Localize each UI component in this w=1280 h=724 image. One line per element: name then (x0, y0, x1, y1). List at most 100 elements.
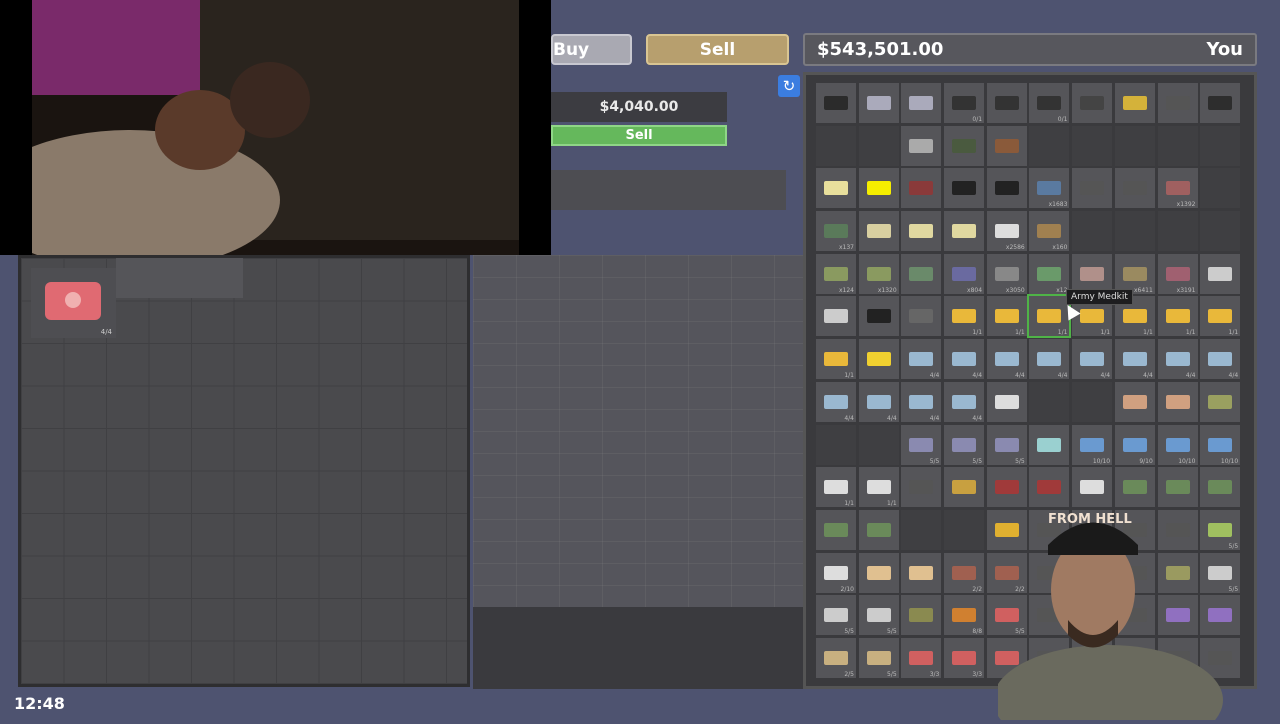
inventory-slot[interactable] (901, 296, 942, 337)
inventory-slot[interactable]: 5/5 (816, 595, 856, 636)
inventory-slot[interactable] (816, 125, 856, 166)
inventory-slot[interactable]: 1/1 (1157, 296, 1198, 337)
inventory-slot[interactable] (901, 83, 942, 123)
inventory-slot[interactable] (1157, 211, 1198, 252)
inventory-slot[interactable] (816, 83, 856, 123)
inventory-slot[interactable] (986, 125, 1027, 166)
inventory-slot[interactable]: 9/10 (1114, 424, 1155, 465)
inventory-slot[interactable]: 5/5 (944, 424, 985, 465)
inventory-slot[interactable] (901, 125, 942, 166)
inventory-slot[interactable] (944, 168, 985, 209)
inventory-slot[interactable] (1200, 83, 1241, 123)
inventory-slot[interactable]: x3191 (1157, 253, 1198, 294)
inventory-slot[interactable]: 4/4 (858, 381, 899, 422)
inventory-slot[interactable]: 4/4 (901, 381, 942, 422)
inventory-slot[interactable] (1114, 211, 1155, 252)
inventory-slot[interactable]: x3050 (986, 253, 1027, 294)
inventory-slot[interactable] (901, 168, 942, 209)
inventory-slot[interactable] (816, 424, 856, 465)
inventory-slot[interactable]: 4/4 (1114, 339, 1155, 380)
inventory-slot[interactable] (944, 509, 985, 550)
inventory-slot[interactable] (901, 552, 942, 593)
inventory-slot[interactable] (986, 168, 1027, 209)
inventory-slot[interactable] (901, 509, 942, 550)
inventory-slot[interactable] (1200, 253, 1241, 294)
inventory-slot[interactable] (1157, 381, 1198, 422)
inventory-slot[interactable] (986, 381, 1027, 422)
inventory-slot[interactable] (1029, 125, 1070, 166)
inventory-slot[interactable] (858, 424, 899, 465)
inventory-slot[interactable]: 5/5 (858, 595, 899, 636)
inventory-slot[interactable] (1072, 125, 1113, 166)
inventory-slot[interactable] (1072, 253, 1113, 294)
inventory-slot[interactable] (1072, 211, 1113, 252)
inventory-slot[interactable] (1072, 381, 1113, 422)
inventory-slot[interactable] (1029, 381, 1070, 422)
inventory-slot[interactable]: x1320 (858, 253, 899, 294)
inventory-slot[interactable]: 2/2 (944, 552, 985, 593)
inventory-slot[interactable]: 8/8 (944, 595, 985, 636)
inventory-slot[interactable]: x6411 (1114, 253, 1155, 294)
inventory-slot[interactable] (944, 125, 985, 166)
inventory-slot[interactable]: x1392 (1157, 168, 1198, 209)
inventory-slot[interactable]: 0/1 (944, 83, 985, 123)
inventory-slot[interactable] (1200, 381, 1241, 422)
inventory-slot[interactable] (1029, 424, 1070, 465)
inventory-slot[interactable]: 4/4 (944, 339, 985, 380)
inventory-slot[interactable]: x12 (1029, 253, 1070, 294)
inventory-slot[interactable] (1200, 168, 1241, 209)
inventory-slot[interactable]: 3/3 (944, 637, 985, 678)
inventory-slot[interactable] (1114, 83, 1155, 123)
inventory-slot[interactable]: 4/4 (816, 381, 856, 422)
inventory-slot[interactable]: 5/5 (986, 424, 1027, 465)
inventory-slot[interactable]: x124 (816, 253, 856, 294)
inventory-slot[interactable] (816, 168, 856, 209)
inventory-slot[interactable] (858, 296, 899, 337)
inventory-slot[interactable]: x1683 (1029, 168, 1070, 209)
inventory-slot[interactable]: 1/1 (944, 296, 985, 337)
medkit-slot[interactable]: 4/4 (31, 268, 116, 338)
inventory-slot[interactable]: 4/4 (1200, 339, 1241, 380)
refresh-icon[interactable]: ↻ (778, 75, 800, 97)
inventory-slot[interactable]: 4/4 (1157, 339, 1198, 380)
inventory-slot[interactable] (901, 253, 942, 294)
inventory-slot[interactable]: 1/1 (1027, 294, 1072, 339)
inventory-slot[interactable]: 1/1 (986, 296, 1027, 337)
inventory-slot[interactable]: 10/10 (1157, 424, 1198, 465)
sell-confirm-button[interactable]: Sell (551, 125, 727, 146)
weapon-slot[interactable] (116, 258, 243, 298)
inventory-slot[interactable] (858, 339, 899, 380)
inventory-slot[interactable]: 4/4 (986, 339, 1027, 380)
inventory-slot[interactable]: x137 (816, 211, 856, 252)
inventory-slot[interactable]: 10/10 (1072, 424, 1113, 465)
inventory-slot[interactable] (944, 467, 985, 508)
inventory-slot[interactable] (944, 211, 985, 252)
inventory-slot[interactable]: 4/4 (944, 381, 985, 422)
inventory-slot[interactable]: 1/1 (1200, 296, 1241, 337)
inventory-slot[interactable]: 5/5 (858, 637, 899, 678)
inventory-slot[interactable] (858, 211, 899, 252)
inventory-slot[interactable] (901, 467, 942, 508)
inventory-slot[interactable] (1114, 168, 1155, 209)
inventory-slot[interactable]: 4/4 (1072, 339, 1113, 380)
inventory-slot[interactable] (858, 83, 899, 123)
inventory-slot[interactable]: 4/4 (1029, 339, 1070, 380)
inventory-slot[interactable]: 1/1 (816, 467, 856, 508)
inventory-slot[interactable] (1114, 125, 1155, 166)
inventory-slot[interactable] (816, 509, 856, 550)
inventory-slot[interactable] (1157, 83, 1198, 123)
inventory-slot[interactable] (1200, 211, 1241, 252)
inventory-slot[interactable] (901, 211, 942, 252)
inventory-slot[interactable] (1072, 168, 1113, 209)
inventory-slot[interactable] (986, 83, 1027, 123)
sell-tab-button[interactable]: Sell (646, 34, 789, 65)
inventory-slot[interactable] (901, 595, 942, 636)
inventory-slot[interactable]: 5/5 (901, 424, 942, 465)
player-grid[interactable]: 4/4 (18, 255, 470, 687)
inventory-slot[interactable] (858, 552, 899, 593)
inventory-slot[interactable]: x160 (1029, 211, 1070, 252)
inventory-slot[interactable]: 3/3 (901, 637, 942, 678)
inventory-slot[interactable] (1114, 381, 1155, 422)
inventory-slot[interactable]: 1/1 (816, 339, 856, 380)
inventory-slot[interactable] (858, 168, 899, 209)
